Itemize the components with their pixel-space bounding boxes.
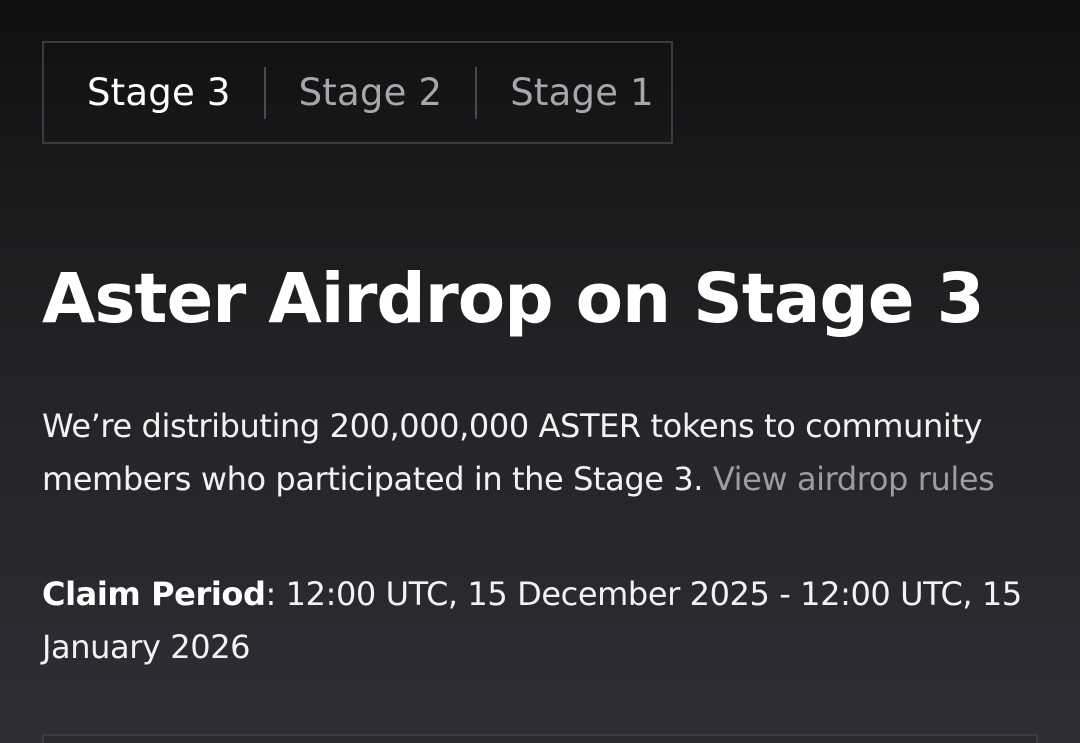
claim-period: Claim Period: 12:00 UTC, 15 December 202… (42, 568, 1052, 674)
page-title: Aster Airdrop on Stage 3 (42, 259, 985, 339)
claim-period-label: Claim Period (42, 575, 266, 613)
tab-divider (475, 66, 478, 119)
tab-stage-2[interactable]: Stage 2 (299, 71, 443, 114)
tab-stage-1[interactable]: Stage 1 (510, 71, 654, 114)
claim-card (42, 734, 1038, 743)
claim-period-separator: : (265, 575, 286, 613)
view-airdrop-rules-link[interactable]: View airdrop rules (713, 460, 995, 498)
stage-tabs: Stage 3 Stage 2 Stage 1 (42, 41, 673, 144)
tab-divider (263, 66, 266, 119)
tab-stage-3[interactable]: Stage 3 (87, 71, 231, 114)
airdrop-description: We’re distributing 200,000,000 ASTER tok… (42, 400, 1052, 506)
